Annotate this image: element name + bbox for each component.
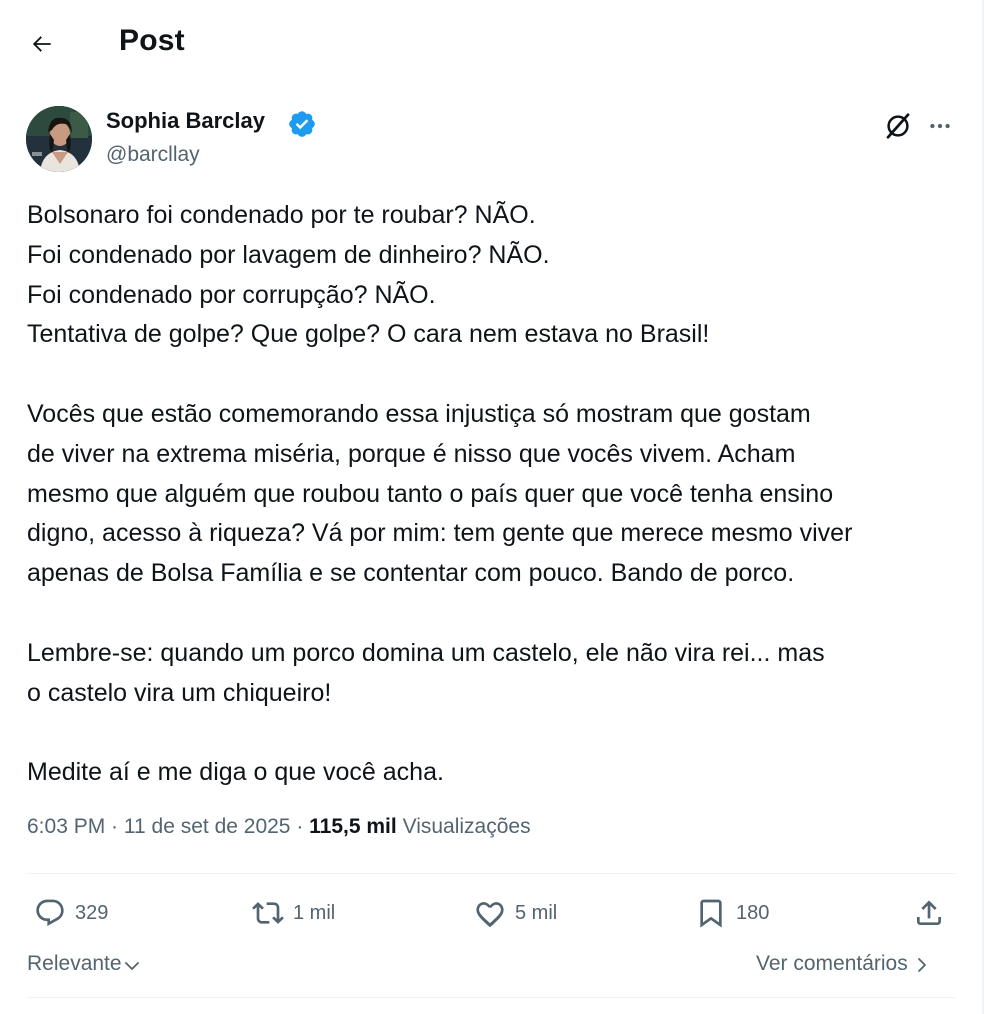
author-handle[interactable]: @barcllay [106,143,200,167]
repost-button[interactable]: 1 mil [252,893,335,933]
post-meta: 6:03 PM · 11 de set de 2025 · 115,5 mil … [27,815,531,839]
meta-separator: · [105,815,124,838]
author-name[interactable]: Sophia Barclay [106,108,265,134]
grok-button[interactable] [880,108,916,144]
avatar[interactable] [26,106,92,172]
post-time[interactable]: 6:03 PM [27,815,105,838]
post-date[interactable]: 11 de set de 2025 [124,815,291,838]
chevron-down-icon [124,961,139,970]
share-icon [917,900,941,925]
page-title: Post [119,24,185,57]
like-count: 5 mil [515,901,558,924]
views-label: Visualizações [402,815,531,838]
grok-icon [886,113,910,139]
back-button[interactable] [24,26,60,62]
post-text-line: o castelo vira um chiqueiro! [27,678,332,707]
bookmark-icon [700,899,722,928]
arrow-left-icon [32,36,51,52]
reply-button[interactable]: 329 [34,893,108,933]
post-text-line: Medite aí e me diga o que você acha. [27,758,444,787]
views-count: 115,5 mil [309,815,397,838]
sort-label: Relevante [27,952,122,975]
post-text-line: apenas de Bolsa Família e se contentar c… [27,559,795,588]
post-text-line: Foi condenado por lavagem de dinheiro? N… [27,240,550,269]
heart-icon [476,902,504,928]
reply-count: 329 [75,901,109,924]
share-button[interactable] [913,893,945,933]
reply-icon [36,899,64,926]
post-text: Bolsonaro foi condenado por te roubar? N… [27,196,967,793]
view-comments-button[interactable]: Ver comentários [756,952,931,976]
sort-replies-button[interactable]: Relevante [27,952,141,976]
post-text-line: Tentativa de golpe? Que golpe? O cara ne… [27,320,710,349]
post-text-line: Foi condenado por corrupção? NÃO. [27,280,436,309]
repost-icon [252,902,284,924]
view-comments-label: Ver comentários [756,952,908,975]
bookmark-button[interactable]: 180 [695,893,769,933]
divider [27,873,955,874]
post-text-line: Bolsonaro foi condenado por te roubar? N… [27,201,536,229]
post-text-line: Vocês que estão comemorando essa injusti… [27,399,811,428]
more-horizontal-icon [930,123,950,129]
like-button[interactable]: 5 mil [474,893,557,933]
avatar-photo [26,106,92,172]
post-text-line: Lembre-se: quando um porco domina um cas… [27,638,825,667]
bookmark-count: 180 [736,901,770,924]
repost-count: 1 mil [293,901,336,924]
meta-separator: · [290,815,310,838]
verified-badge-icon [287,109,317,139]
chevron-right-icon [917,958,926,972]
post-text-line: de viver na extrema miséria, porque é ni… [27,439,796,468]
post-header: Post [0,0,980,88]
more-options-button[interactable] [922,108,958,144]
post-text-line: digno, acesso à riqueza? Vá por mim: tem… [27,519,853,548]
divider [27,997,955,998]
post-text-line: mesmo que alguém que roubou tanto o país… [27,479,834,508]
